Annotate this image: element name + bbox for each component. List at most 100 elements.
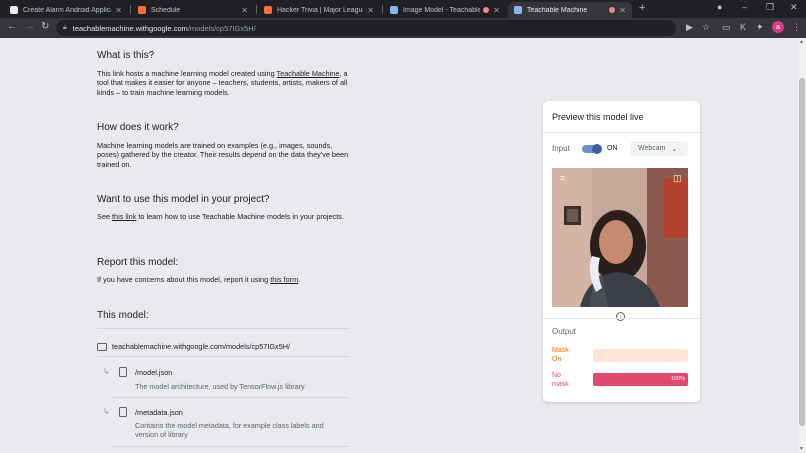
toggle-state-label: ON xyxy=(607,145,618,152)
tab-create-alarm[interactable]: Create Alarm Android Applicatio ✕ xyxy=(4,2,128,18)
what-paragraph: This link hosts a machine learning model… xyxy=(97,69,352,97)
tab-favicon-icon xyxy=(138,6,146,14)
input-toggle[interactable] xyxy=(582,144,602,154)
divider xyxy=(97,356,349,357)
class-label-mask-on: Mask On xyxy=(552,347,569,364)
address-bar[interactable]: 🔒︎ teachablemachine.withgoogle.com/model… xyxy=(56,20,676,36)
webcam-frame-image xyxy=(552,168,688,307)
divider xyxy=(112,446,349,447)
toggle-knob xyxy=(592,144,602,154)
close-tab-icon[interactable]: ✕ xyxy=(619,6,626,15)
avatar-initial: a xyxy=(776,23,780,31)
back-button[interactable]: ← xyxy=(7,21,17,32)
maximize-button[interactable]: ❐ xyxy=(766,2,774,13)
use-text-continued: to learn how to use Teachable Machine mo… xyxy=(136,212,344,221)
class-label-line: No xyxy=(552,372,561,379)
tab-favicon-icon xyxy=(390,6,398,14)
tab-title: Schedule xyxy=(151,6,181,14)
confidence-percent: 100% xyxy=(670,376,685,382)
tab-separator xyxy=(382,5,383,14)
what-text: This link hosts a machine learning model… xyxy=(97,69,277,78)
report-text-end: . xyxy=(298,275,301,284)
close-window-button[interactable]: ✕ xyxy=(790,2,798,13)
preview-card: Preview this model live Input ON Webcam … xyxy=(543,101,700,402)
scroll-down-icon[interactable]: ▼ xyxy=(799,446,804,452)
output-label: Output xyxy=(552,327,577,336)
url-path: /models/cp57IGx5H/ xyxy=(187,23,256,33)
model-folder-row[interactable]: teachablemachine.withgoogle.com/models/c… xyxy=(97,342,290,351)
metadata-json-row[interactable]: /metadata.json xyxy=(119,407,183,417)
new-tab-button[interactable]: + xyxy=(639,2,645,14)
preview-title: Preview this model live xyxy=(552,112,644,122)
page-scrollbar[interactable]: ▲ ▼ xyxy=(798,38,806,453)
crop-icon[interactable]: ⌗ xyxy=(560,173,565,184)
webcam-feed: ⌗ ◫ xyxy=(552,168,688,307)
profile-avatar[interactable]: a xyxy=(772,21,784,33)
tab-teachable-machine[interactable]: Teachable Machine ✕ xyxy=(508,2,632,18)
tab-title: Teachable Machine xyxy=(527,6,588,14)
report-text: If you have concerns about this model, r… xyxy=(97,275,271,284)
tab-favicon-icon xyxy=(514,6,522,14)
divider xyxy=(543,132,700,133)
file-description: The model architecture, used by TensorFl… xyxy=(135,382,305,391)
input-source-select[interactable]: Webcam ⌄ xyxy=(630,141,688,156)
report-heading: Report this model: xyxy=(97,257,179,268)
file-description: Contains the model metadata, for example… xyxy=(135,421,324,439)
scroll-up-icon[interactable]: ▲ xyxy=(799,39,804,45)
file-icon xyxy=(119,407,127,417)
reload-button[interactable]: ↻ xyxy=(41,21,49,32)
use-paragraph: See this link to learn how to use Teacha… xyxy=(97,212,352,221)
close-tab-icon[interactable]: ✕ xyxy=(493,6,500,15)
class-label-line: mask xyxy=(552,380,569,388)
file-name: /model.json xyxy=(135,367,173,377)
confidence-bar-no-mask: 100% xyxy=(593,373,688,386)
close-tab-icon[interactable]: ✕ xyxy=(241,6,248,15)
camera-in-use-icon[interactable]: ▶ xyxy=(686,22,693,33)
tab-search-icon[interactable]: ● xyxy=(717,2,722,12)
tab-hacker-trivia[interactable]: Hacker Trivia | Major League Hac ✕ xyxy=(258,2,380,18)
tab-schedule[interactable]: Schedule ✕ xyxy=(132,2,254,18)
divider xyxy=(543,318,700,319)
report-paragraph: If you have concerns about this model, r… xyxy=(97,275,397,284)
this-link-link[interactable]: this link xyxy=(112,212,136,221)
tab-title: Create Alarm Android Applicatio xyxy=(23,6,111,14)
minimize-button[interactable]: – xyxy=(742,2,747,12)
scrollbar-thumb[interactable] xyxy=(799,78,805,426)
use-text: See xyxy=(97,212,113,221)
lock-icon: 🔒︎ xyxy=(63,24,67,31)
browser-menu-icon[interactable]: ⋮ xyxy=(792,22,801,33)
model-json-row[interactable]: /model.json xyxy=(119,367,172,377)
recording-indicator-icon xyxy=(609,7,616,13)
tree-branch-icon: ↳ xyxy=(103,407,110,416)
tab-title: Hacker Trivia | Major League Hac xyxy=(277,6,363,14)
tab-image-model[interactable]: Image Model - Teachable M ✕ xyxy=(384,2,506,18)
bookmark-star-icon[interactable]: ☆ xyxy=(702,22,710,33)
divider xyxy=(97,328,349,329)
report-form-link[interactable]: this form xyxy=(270,275,298,284)
class-label-line: On xyxy=(552,355,562,363)
folder-icon xyxy=(97,342,107,351)
tab-separator xyxy=(130,5,131,14)
divider xyxy=(112,397,349,398)
file-icon xyxy=(119,367,127,377)
use-heading: Want to use this model in your project? xyxy=(97,194,270,205)
browser-toolbar: ← → ↻ 🔒︎ teachablemachine.withgoogle.com… xyxy=(0,18,806,38)
flip-camera-icon[interactable]: ◫ xyxy=(673,173,682,184)
model-heading: This model: xyxy=(97,310,149,321)
teachable-machine-link[interactable]: Teachable Machine xyxy=(277,69,340,78)
what-heading: What is this? xyxy=(97,50,155,61)
tab-title: Image Model - Teachable M xyxy=(403,6,481,14)
browser-tab-bar: Create Alarm Android Applicatio ✕ Schedu… xyxy=(0,0,806,18)
tab-separator xyxy=(256,5,257,14)
recording-indicator-icon xyxy=(483,7,490,13)
tree-branch-icon: ↳ xyxy=(103,367,110,376)
extension-k-icon[interactable]: K xyxy=(740,22,746,32)
how-paragraph: Machine learning models are trained on e… xyxy=(97,141,349,169)
extensions-puzzle-icon[interactable]: ✦ xyxy=(756,22,764,33)
forward-button[interactable]: → xyxy=(25,21,35,32)
input-source-value: Webcam xyxy=(638,145,666,152)
class-label-line: Mask xyxy=(552,347,569,354)
close-tab-icon[interactable]: ✕ xyxy=(115,6,122,15)
close-tab-icon[interactable]: ✕ xyxy=(367,6,374,15)
cast-icon[interactable]: ▭ xyxy=(722,22,731,33)
